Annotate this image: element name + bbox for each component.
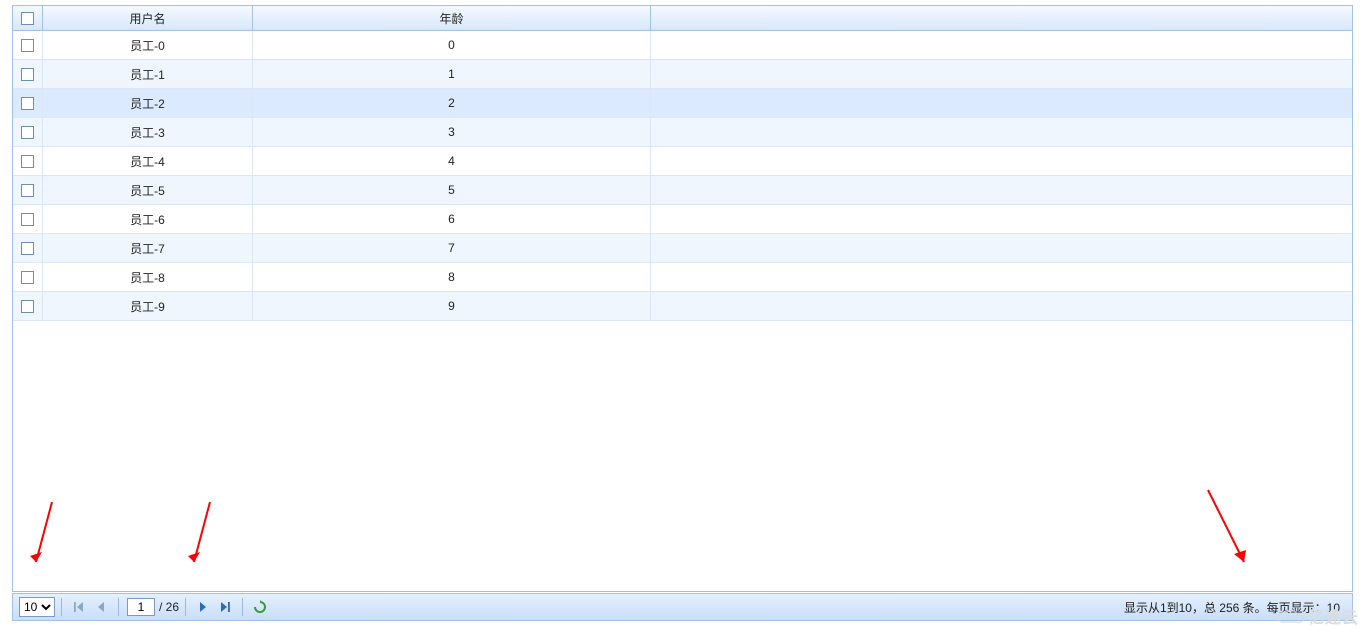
page-number-input[interactable] <box>127 598 155 616</box>
table-row[interactable]: 员工-22 <box>13 89 1352 118</box>
cell-age: 1 <box>253 60 651 88</box>
cell-age: 9 <box>253 292 651 320</box>
last-page-button[interactable] <box>216 598 234 616</box>
pager-toolbar: 10 / 26 显示从1到10，总 256 条。每页显示：10 <box>12 593 1353 621</box>
refresh-button[interactable] <box>251 598 269 616</box>
toolbar-separator <box>118 598 119 616</box>
header-username[interactable]: 用户名 <box>43 6 253 30</box>
table-row[interactable]: 员工-44 <box>13 147 1352 176</box>
next-icon <box>198 601 208 613</box>
cell-username: 员工-6 <box>43 205 253 233</box>
row-checkbox[interactable] <box>21 68 34 81</box>
toolbar-separator <box>185 598 186 616</box>
next-page-button[interactable] <box>194 598 212 616</box>
row-checkbox[interactable] <box>21 213 34 226</box>
refresh-icon <box>253 600 267 614</box>
row-checkbox-cell[interactable] <box>13 263 43 291</box>
row-checkbox[interactable] <box>21 97 34 110</box>
table-row[interactable]: 员工-66 <box>13 205 1352 234</box>
cell-age: 8 <box>253 263 651 291</box>
cell-username: 员工-7 <box>43 234 253 262</box>
cell-age: 0 <box>253 31 651 59</box>
row-checkbox-cell[interactable] <box>13 205 43 233</box>
row-checkbox-cell[interactable] <box>13 292 43 320</box>
grid-header: 用户名 年龄 <box>13 6 1352 31</box>
row-checkbox-cell[interactable] <box>13 89 43 117</box>
toolbar-separator <box>61 598 62 616</box>
row-checkbox-cell[interactable] <box>13 176 43 204</box>
watermark-text: 亿速云 <box>1308 604 1359 628</box>
row-checkbox[interactable] <box>21 155 34 168</box>
row-checkbox[interactable] <box>21 300 34 313</box>
last-icon <box>219 601 231 613</box>
row-checkbox[interactable] <box>21 271 34 284</box>
row-checkbox-cell[interactable] <box>13 31 43 59</box>
header-age[interactable]: 年龄 <box>253 6 651 30</box>
table-row[interactable]: 员工-00 <box>13 31 1352 60</box>
table-row[interactable]: 员工-11 <box>13 60 1352 89</box>
cell-age: 2 <box>253 89 651 117</box>
cell-age: 4 <box>253 147 651 175</box>
header-username-label: 用户名 <box>129 10 165 27</box>
cell-username: 员工-2 <box>43 89 253 117</box>
data-grid: 用户名 年龄 员工-00员工-11员工-22员工-33员工-44员工-55员工-… <box>12 5 1353 592</box>
cell-username: 员工-3 <box>43 118 253 146</box>
cell-age: 7 <box>253 234 651 262</box>
row-checkbox[interactable] <box>21 242 34 255</box>
cell-username: 员工-9 <box>43 292 253 320</box>
row-checkbox-cell[interactable] <box>13 118 43 146</box>
cell-username: 员工-4 <box>43 147 253 175</box>
toolbar-separator <box>242 598 243 616</box>
header-age-label: 年龄 <box>439 10 463 27</box>
select-all-checkbox[interactable] <box>21 12 34 25</box>
watermark: 亿速云 <box>1276 604 1359 628</box>
table-row[interactable]: 员工-55 <box>13 176 1352 205</box>
prev-icon <box>96 601 106 613</box>
cell-age: 6 <box>253 205 651 233</box>
row-checkbox[interactable] <box>21 184 34 197</box>
prev-page-button[interactable] <box>92 598 110 616</box>
table-row[interactable]: 员工-33 <box>13 118 1352 147</box>
cell-username: 员工-5 <box>43 176 253 204</box>
cloud-icon <box>1276 607 1304 625</box>
row-checkbox[interactable] <box>21 39 34 52</box>
row-checkbox-cell[interactable] <box>13 147 43 175</box>
cell-username: 员工-8 <box>43 263 253 291</box>
row-checkbox[interactable] <box>21 126 34 139</box>
total-pages-label: / 26 <box>159 600 179 614</box>
header-filler <box>651 6 1352 30</box>
cell-age: 3 <box>253 118 651 146</box>
table-row[interactable]: 员工-77 <box>13 234 1352 263</box>
table-row[interactable]: 员工-99 <box>13 292 1352 321</box>
page-size-select[interactable]: 10 <box>19 597 55 617</box>
row-checkbox-cell[interactable] <box>13 234 43 262</box>
table-row[interactable]: 员工-88 <box>13 263 1352 292</box>
header-checkbox-cell[interactable] <box>13 6 43 30</box>
grid-body: 员工-00员工-11员工-22员工-33员工-44员工-55员工-66员工-77… <box>13 31 1352 321</box>
row-checkbox-cell[interactable] <box>13 60 43 88</box>
cell-username: 员工-1 <box>43 60 253 88</box>
cell-username: 员工-0 <box>43 31 253 59</box>
cell-age: 5 <box>253 176 651 204</box>
first-icon <box>73 601 85 613</box>
first-page-button[interactable] <box>70 598 88 616</box>
